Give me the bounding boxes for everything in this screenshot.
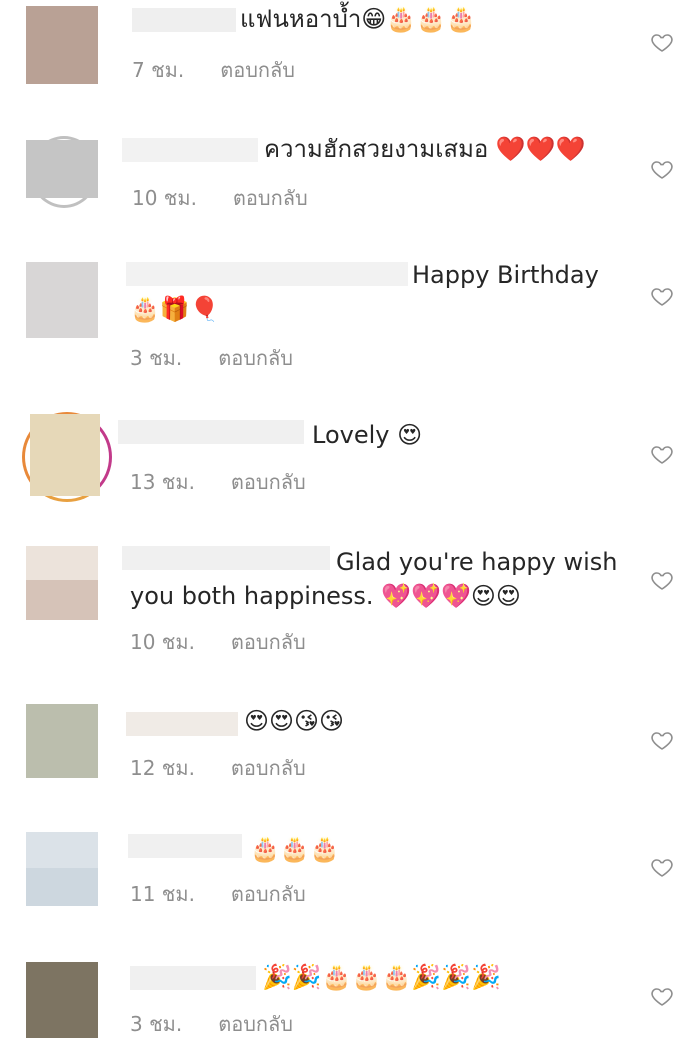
like-heart-icon[interactable]: [650, 30, 674, 54]
like-heart-icon[interactable]: [650, 568, 674, 592]
like-heart-icon[interactable]: [650, 728, 674, 752]
comment-text: 🎂🎂🎂: [250, 835, 340, 863]
reply-button[interactable]: ตอบกลับ: [218, 1012, 293, 1036]
comment-text: 🎉🎉🎂🎂🎂🎉🎉🎉: [262, 963, 502, 991]
comment-meta: 3 ชม. ตอบกลับ: [130, 342, 293, 374]
comment-text: Happy Birthday: [412, 261, 599, 289]
username-blurred[interactable]: [122, 138, 258, 162]
comment-text: ความฮักสวยงามเสมอ ❤️❤️❤️: [264, 135, 586, 163]
username-blurred[interactable]: [130, 966, 256, 990]
avatar[interactable]: [26, 704, 98, 780]
comment-time: 10 ชม.: [130, 630, 195, 654]
like-heart-icon[interactable]: [650, 984, 674, 1008]
comment-meta: 12 ชม. ตอบกลับ: [130, 752, 306, 784]
username-blurred[interactable]: [126, 262, 408, 286]
reply-button[interactable]: ตอบกลับ: [231, 756, 306, 780]
avatar[interactable]: [26, 134, 98, 210]
comment-meta: 10 ชม. ตอบกลับ: [130, 626, 306, 658]
reply-button[interactable]: ตอบกลับ: [231, 882, 306, 906]
reply-button[interactable]: ตอบกลับ: [231, 630, 306, 654]
like-heart-icon[interactable]: [650, 284, 674, 308]
comment-meta: 3 ชม. ตอบกลับ: [130, 1008, 293, 1040]
avatar[interactable]: [26, 962, 98, 1038]
reply-button[interactable]: ตอบกลับ: [220, 58, 295, 82]
reply-button[interactable]: ตอบกลับ: [233, 186, 308, 210]
username-blurred[interactable]: [118, 420, 304, 444]
reply-button[interactable]: ตอบกลับ: [231, 470, 306, 494]
comment-text: 😍😍😘😘: [244, 707, 345, 735]
comment-time: 3 ชม.: [130, 1012, 183, 1036]
reply-button[interactable]: ตอบกลับ: [218, 346, 293, 370]
comment-meta: 13 ชม. ตอบกลับ: [130, 466, 306, 498]
comment-time: 12 ชม.: [130, 756, 195, 780]
comment-time: 11 ชม.: [130, 882, 195, 906]
comment-time: 10 ชม.: [132, 186, 197, 210]
username-blurred[interactable]: [128, 834, 242, 858]
username-blurred[interactable]: [126, 712, 238, 736]
comment-text-line2: you both happiness. 💖💖💖😍😍: [130, 582, 521, 610]
comment-meta: 11 ชม. ตอบกลับ: [130, 878, 306, 910]
comment-time: 13 ชม.: [130, 470, 195, 494]
comment-meta: 10 ชม. ตอบกลับ: [132, 182, 308, 214]
avatar[interactable]: [26, 6, 98, 84]
comment-meta: 7 ชม. ตอบกลับ: [132, 54, 295, 86]
comment-time: 7 ชม.: [132, 58, 185, 82]
comment-time: 3 ชม.: [130, 346, 183, 370]
comment-text-line2: 🎂🎁🎈: [130, 295, 220, 323]
username-blurred[interactable]: [132, 8, 236, 32]
comment-text: Lovely 😍: [312, 421, 423, 449]
like-heart-icon[interactable]: [650, 855, 674, 879]
avatar[interactable]: [22, 412, 114, 502]
comment-text: Glad you're happy wish: [336, 548, 618, 576]
like-heart-icon[interactable]: [650, 442, 674, 466]
username-blurred[interactable]: [122, 546, 330, 570]
like-heart-icon[interactable]: [650, 157, 674, 181]
comment-text: แฟนหอาบ้ำ😁🎂🎂🎂: [240, 5, 476, 33]
avatar[interactable]: [26, 546, 98, 622]
avatar[interactable]: [26, 262, 98, 338]
avatar[interactable]: [26, 832, 98, 908]
